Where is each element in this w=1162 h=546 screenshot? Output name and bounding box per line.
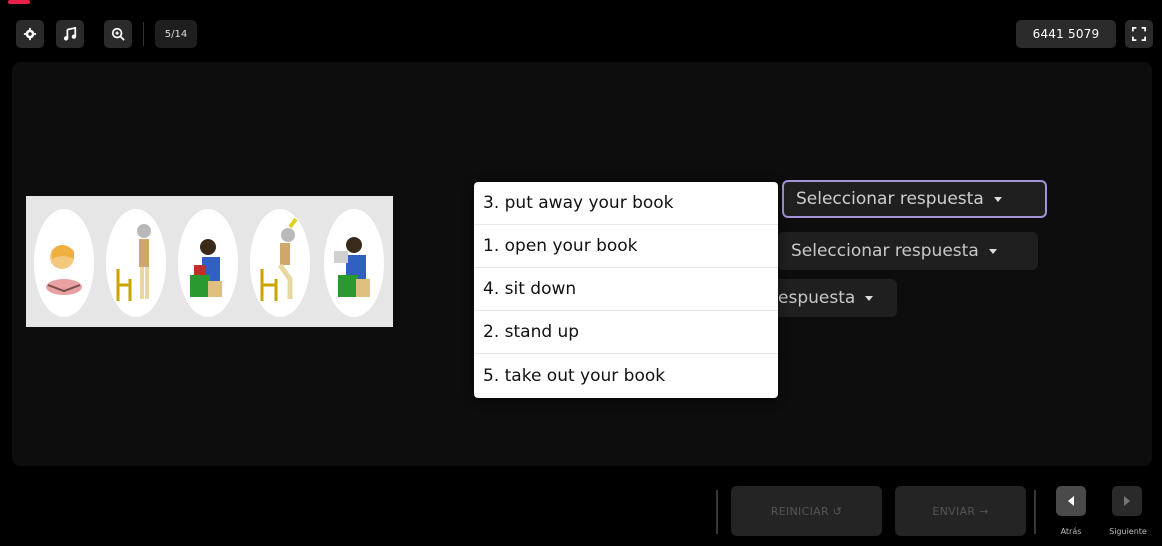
zoom-in-icon bbox=[111, 27, 125, 41]
answer-select-3[interactable]: espuesta bbox=[760, 279, 897, 317]
chevron-down-icon bbox=[993, 196, 1002, 202]
pictogram-open-book bbox=[34, 209, 94, 317]
answer-select-2-label: Seleccionar respuesta bbox=[791, 241, 979, 261]
toolbar-divider bbox=[143, 22, 144, 46]
answer-select-1[interactable]: Seleccionar respuesta bbox=[782, 180, 1047, 218]
chevron-down-icon bbox=[988, 248, 997, 254]
dropdown-option[interactable]: 1. open your book bbox=[474, 225, 778, 268]
fullscreen-button[interactable] bbox=[1125, 20, 1153, 48]
pictogram-sequence-image bbox=[26, 196, 393, 327]
progress-fill bbox=[8, 0, 30, 4]
zoom-button[interactable] bbox=[104, 20, 132, 48]
music-note-icon bbox=[63, 27, 77, 41]
triangle-right-icon bbox=[1124, 496, 1130, 506]
answer-select-3-label: espuesta bbox=[778, 288, 856, 308]
game-code: 6441 5079 bbox=[1016, 20, 1116, 48]
music-button[interactable] bbox=[56, 20, 84, 48]
top-toolbar: 5/14 6441 5079 bbox=[0, 10, 1162, 54]
gear-icon bbox=[23, 27, 37, 41]
fullscreen-icon bbox=[1132, 27, 1146, 41]
settings-button[interactable] bbox=[16, 20, 44, 48]
back-label: Atrás bbox=[1060, 527, 1082, 536]
dropdown-option[interactable]: 3. put away your book bbox=[474, 182, 778, 225]
submit-button[interactable]: ENVIAR → bbox=[895, 486, 1026, 536]
next-button[interactable] bbox=[1112, 486, 1142, 516]
triangle-left-icon bbox=[1068, 496, 1074, 506]
dropdown-option[interactable]: 2. stand up bbox=[474, 311, 778, 354]
pictogram-sit-down bbox=[250, 209, 310, 317]
next-label: Siguiente bbox=[1109, 527, 1147, 536]
progress-bar bbox=[0, 0, 1162, 4]
answer-select-2[interactable]: Seleccionar respuesta bbox=[777, 232, 1038, 270]
footer-divider bbox=[1034, 490, 1036, 534]
page-counter: 5/14 bbox=[155, 20, 197, 48]
pictogram-put-away-book bbox=[324, 209, 384, 317]
footer-divider bbox=[716, 490, 718, 534]
answer-select-1-label: Seleccionar respuesta bbox=[796, 189, 984, 209]
pictogram-take-out-book bbox=[178, 209, 238, 317]
chevron-down-icon bbox=[865, 295, 874, 301]
dropdown-option[interactable]: 4. sit down bbox=[474, 268, 778, 311]
answer-dropdown-menu: 3. put away your book 1. open your book … bbox=[474, 182, 778, 398]
back-button[interactable] bbox=[1056, 486, 1086, 516]
dropdown-option[interactable]: 5. take out your book bbox=[474, 354, 778, 397]
pictogram-stand-up bbox=[106, 209, 166, 317]
restart-button[interactable]: REINICIAR ↺ bbox=[731, 486, 882, 536]
